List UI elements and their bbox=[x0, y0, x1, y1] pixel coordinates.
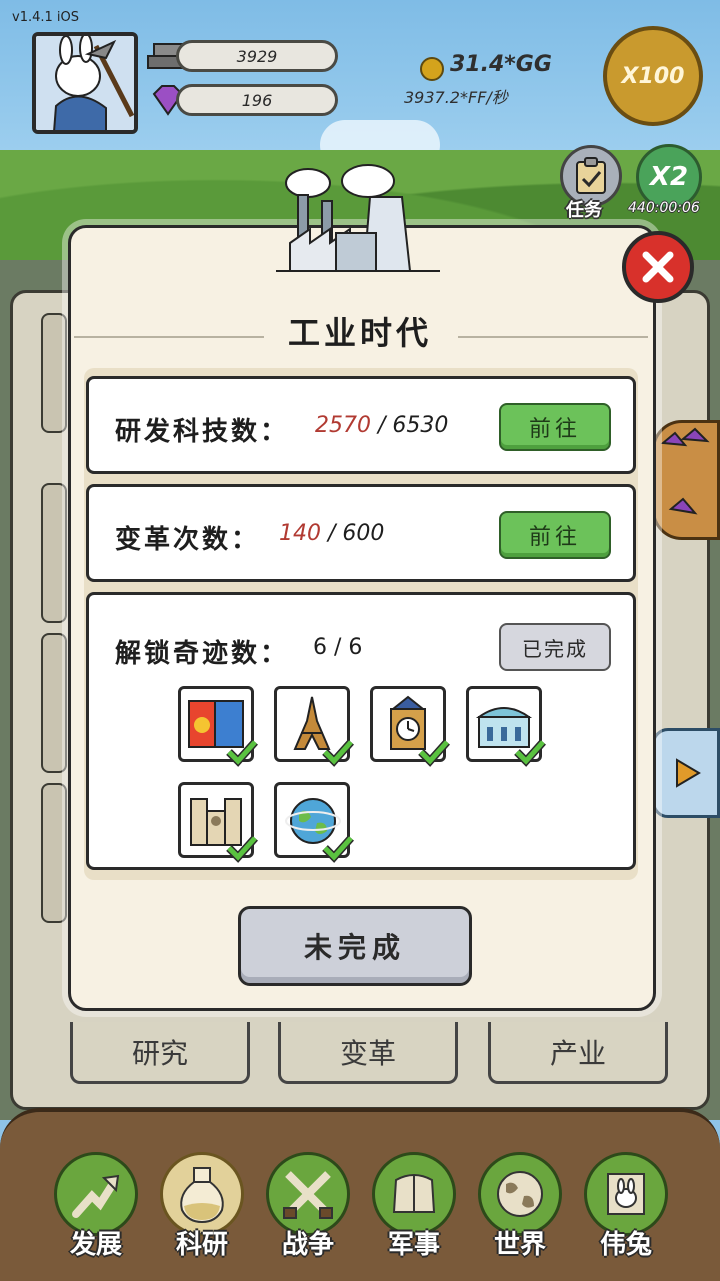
gold-value: 31.4*GG bbox=[450, 52, 552, 77]
check-icon bbox=[226, 835, 258, 863]
nav-rabbit[interactable]: 伟兔 bbox=[578, 1152, 674, 1262]
wonder-notre-dame[interactable] bbox=[178, 782, 258, 863]
flask-icon bbox=[180, 1167, 224, 1224]
requirement-progress: 6 / 6 bbox=[313, 635, 362, 660]
rabbit-miner-icon bbox=[36, 36, 134, 130]
progress-total: 6 bbox=[348, 635, 363, 660]
panel-slot bbox=[41, 783, 67, 923]
close-button[interactable] bbox=[622, 231, 694, 303]
nav-label: 战争 bbox=[281, 1230, 334, 1260]
nav-label: 世界 bbox=[493, 1230, 546, 1260]
progress-separator: / bbox=[321, 521, 343, 546]
progress-separator: / bbox=[371, 413, 393, 438]
incomplete-button[interactable]: 未完成 bbox=[238, 906, 472, 986]
requirement-progress: 140 / 600 bbox=[279, 521, 384, 546]
goto-button[interactable]: 前往 bbox=[499, 511, 611, 559]
progress-current: 140 bbox=[279, 521, 321, 546]
task-label: 任务 bbox=[566, 200, 602, 221]
nav-label: 伟兔 bbox=[599, 1230, 652, 1260]
boost-timer: 440:00:06 bbox=[628, 200, 700, 216]
progress-current: 6 bbox=[313, 635, 327, 660]
title-divider bbox=[74, 336, 264, 338]
dialog-title: 工业时代 bbox=[287, 314, 432, 352]
gold-rate: 3937.2*FF/秒 bbox=[404, 88, 508, 107]
subtab-label: 产业 bbox=[549, 1036, 606, 1070]
wonder-big-ben[interactable] bbox=[370, 686, 450, 767]
nav-military[interactable]: 军事 bbox=[366, 1152, 462, 1262]
iron-value: 3929 bbox=[236, 46, 278, 66]
iron-counter: 3929 bbox=[176, 40, 338, 72]
nav-label: 军事 bbox=[387, 1230, 440, 1260]
version-label: v1.4.1 iOS bbox=[12, 10, 79, 25]
nav-develop[interactable]: 发展 bbox=[48, 1152, 144, 1262]
progress-separator: / bbox=[327, 635, 349, 660]
subtab-research[interactable]: 研究 bbox=[70, 1022, 250, 1084]
check-icon bbox=[418, 739, 450, 767]
requirement-card-reform: 变革次数： 140 / 600 前往 bbox=[86, 484, 636, 582]
progress-current: 2570 bbox=[315, 413, 371, 438]
crossed-swords-icon bbox=[283, 1171, 333, 1219]
clipboard-icon bbox=[576, 157, 606, 194]
requirement-card-wonders: 解锁奇迹数： 6 / 6 已完成 bbox=[86, 592, 636, 870]
wonder-eiffel-tower[interactable] bbox=[274, 686, 354, 767]
nav-research[interactable]: 科研 bbox=[154, 1152, 250, 1262]
gold-amount: 31.4*GG bbox=[420, 52, 552, 77]
subtab-label: 研究 bbox=[131, 1036, 188, 1070]
gem-value: 196 bbox=[241, 90, 273, 110]
globe-icon bbox=[497, 1171, 543, 1217]
player-avatar[interactable] bbox=[32, 32, 138, 134]
gem-bag-icon bbox=[660, 427, 710, 515]
check-icon bbox=[514, 739, 546, 767]
goto-button[interactable]: 前往 bbox=[499, 403, 611, 451]
requirement-progress: 2570 / 6530 bbox=[315, 413, 448, 438]
subtab-industry[interactable]: 产业 bbox=[488, 1022, 668, 1084]
video-ad-button[interactable] bbox=[652, 728, 720, 818]
wonder-palace[interactable] bbox=[466, 686, 546, 767]
title-divider bbox=[458, 336, 648, 338]
subtab-label: 变革 bbox=[339, 1036, 396, 1070]
factory-icon bbox=[276, 164, 440, 272]
arrow-up-icon bbox=[72, 1174, 120, 1218]
x100-button[interactable]: X100 bbox=[603, 26, 703, 126]
armor-icon bbox=[392, 1174, 436, 1213]
close-icon bbox=[642, 251, 674, 283]
nav-world[interactable]: 世界 bbox=[472, 1152, 568, 1262]
check-icon bbox=[226, 739, 258, 767]
panel-slot bbox=[41, 313, 67, 433]
wonder-globe[interactable] bbox=[274, 782, 354, 863]
requirement-label: 解锁奇迹数： bbox=[115, 639, 290, 669]
progress-total: 600 bbox=[342, 521, 385, 546]
check-icon bbox=[322, 739, 354, 767]
completed-button[interactable]: 已完成 bbox=[499, 623, 611, 671]
panel-slot bbox=[41, 483, 67, 623]
play-icon bbox=[676, 758, 701, 788]
panel-slot bbox=[41, 633, 67, 773]
wonder-posters[interactable] bbox=[178, 686, 258, 767]
nav-label: 发展 bbox=[69, 1230, 122, 1260]
requirement-label: 研发科技数： bbox=[115, 417, 290, 447]
gem-bag-button[interactable] bbox=[652, 420, 720, 540]
check-icon bbox=[322, 835, 354, 863]
nav-war[interactable]: 战争 bbox=[260, 1152, 356, 1262]
requirement-label: 变革次数： bbox=[115, 525, 261, 555]
gem-counter: 196 bbox=[176, 84, 338, 116]
progress-total: 6530 bbox=[392, 413, 449, 438]
requirement-card-tech: 研发科技数： 2570 / 6530 前往 bbox=[86, 376, 636, 474]
nav-label: 科研 bbox=[175, 1230, 228, 1260]
rabbit-portrait-icon bbox=[607, 1173, 645, 1215]
subtab-reform[interactable]: 变革 bbox=[278, 1022, 458, 1084]
